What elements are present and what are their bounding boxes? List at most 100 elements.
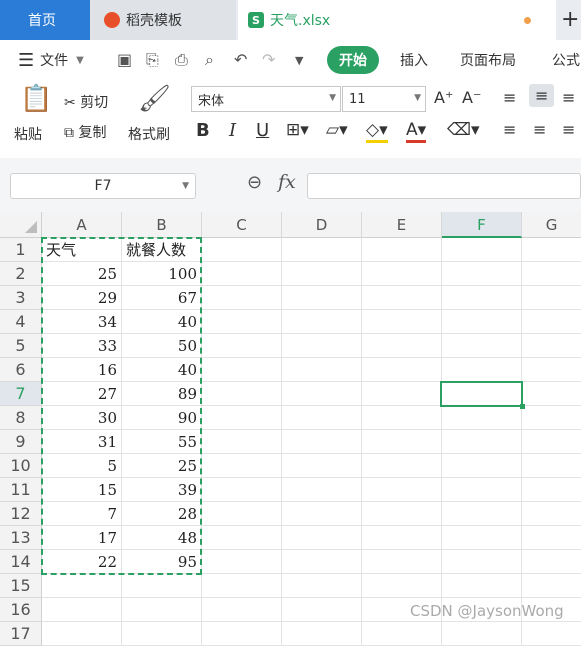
row-header[interactable]: 3 bbox=[0, 286, 42, 310]
paste-icon[interactable]: 📋 bbox=[20, 84, 52, 114]
font-size-select[interactable]: 11 ▼ bbox=[342, 86, 426, 112]
table-cell[interactable] bbox=[282, 406, 362, 430]
row-header[interactable]: 12 bbox=[0, 502, 42, 526]
print-preview-icon[interactable]: ⌕ bbox=[205, 50, 214, 70]
table-cell[interactable] bbox=[522, 478, 581, 502]
table-cell[interactable] bbox=[202, 478, 282, 502]
italic-button[interactable]: I bbox=[229, 120, 236, 141]
table-cell[interactable]: 48 bbox=[122, 526, 202, 550]
table-cell[interactable] bbox=[522, 550, 581, 574]
tab-page-layout[interactable]: 页面布局 bbox=[460, 40, 516, 80]
table-cell[interactable] bbox=[362, 334, 442, 358]
align-middle-icon[interactable]: ≡ bbox=[529, 84, 555, 107]
table-cell[interactable]: 31 bbox=[42, 430, 122, 454]
table-cell[interactable] bbox=[442, 358, 522, 382]
formula-input[interactable] bbox=[307, 173, 581, 199]
table-cell[interactable] bbox=[442, 286, 522, 310]
table-cell[interactable] bbox=[362, 382, 442, 406]
table-cell[interactable]: 34 bbox=[42, 310, 122, 334]
table-cell[interactable] bbox=[522, 406, 581, 430]
row-header[interactable]: 4 bbox=[0, 310, 42, 334]
row-header[interactable]: 6 bbox=[0, 358, 42, 382]
tab-home-ribbon[interactable]: 开始 bbox=[327, 40, 379, 80]
table-cell[interactable] bbox=[442, 550, 522, 574]
table-cell[interactable] bbox=[122, 598, 202, 622]
table-cell[interactable] bbox=[282, 526, 362, 550]
table-cell[interactable] bbox=[522, 286, 581, 310]
select-all-corner[interactable] bbox=[0, 212, 42, 238]
table-cell[interactable]: 40 bbox=[122, 358, 202, 382]
underline-button[interactable]: U bbox=[256, 120, 269, 141]
row-header[interactable]: 14 bbox=[0, 550, 42, 574]
table-cell[interactable] bbox=[202, 286, 282, 310]
table-cell[interactable] bbox=[442, 262, 522, 286]
table-cell[interactable] bbox=[442, 454, 522, 478]
table-cell[interactable]: 5 bbox=[42, 454, 122, 478]
table-cell[interactable] bbox=[282, 430, 362, 454]
table-cell[interactable]: 29 bbox=[42, 286, 122, 310]
file-menu[interactable]: ☰ 文件 ▼ bbox=[18, 40, 84, 80]
table-cell[interactable] bbox=[442, 478, 522, 502]
table-cell[interactable] bbox=[522, 238, 581, 262]
borders-icon[interactable]: ⊞▾ bbox=[286, 120, 309, 140]
column-header-b[interactable]: B bbox=[122, 212, 202, 238]
table-cell[interactable] bbox=[202, 262, 282, 286]
table-cell[interactable]: 就餐人数 bbox=[122, 238, 202, 262]
table-cell[interactable]: 50 bbox=[122, 334, 202, 358]
table-cell[interactable]: 95 bbox=[122, 550, 202, 574]
zoom-icon[interactable]: ⊖ bbox=[247, 172, 262, 193]
table-cell[interactable] bbox=[202, 574, 282, 598]
row-header[interactable]: 11 bbox=[0, 478, 42, 502]
table-cell[interactable] bbox=[282, 310, 362, 334]
table-cell[interactable] bbox=[442, 622, 522, 646]
align-bottom-icon[interactable]: ≡ bbox=[562, 88, 575, 107]
new-tab-icon[interactable]: + bbox=[561, 7, 579, 32]
column-header-g[interactable]: G bbox=[522, 212, 581, 238]
table-cell[interactable] bbox=[442, 334, 522, 358]
table-cell[interactable]: 30 bbox=[42, 406, 122, 430]
table-cell[interactable] bbox=[362, 454, 442, 478]
table-cell[interactable] bbox=[122, 574, 202, 598]
align-top-icon[interactable]: ≡ bbox=[503, 88, 516, 107]
table-cell[interactable] bbox=[42, 574, 122, 598]
table-cell[interactable]: 40 bbox=[122, 310, 202, 334]
fx-icon[interactable]: fx bbox=[278, 171, 296, 193]
table-cell[interactable] bbox=[202, 238, 282, 262]
table-cell[interactable] bbox=[202, 430, 282, 454]
table-cell[interactable]: 17 bbox=[42, 526, 122, 550]
table-cell[interactable] bbox=[362, 574, 442, 598]
save-icon[interactable]: ▣ bbox=[117, 50, 132, 69]
table-cell[interactable] bbox=[282, 502, 362, 526]
table-cell[interactable]: 27 bbox=[42, 382, 122, 406]
table-cell[interactable] bbox=[202, 622, 282, 646]
table-cell[interactable]: 100 bbox=[122, 262, 202, 286]
column-header-d[interactable]: D bbox=[282, 212, 362, 238]
table-cell[interactable] bbox=[442, 574, 522, 598]
name-box[interactable]: F7 ▼ bbox=[10, 173, 196, 199]
font-color-icon[interactable]: A▾ bbox=[406, 120, 427, 143]
cut-button[interactable]: ✂ 剪切 bbox=[64, 92, 108, 112]
table-cell[interactable] bbox=[362, 526, 442, 550]
format-painter-button[interactable]: 格式刷 bbox=[128, 124, 170, 144]
table-cell[interactable]: 天气 bbox=[42, 238, 122, 262]
tab-templates[interactable]: 稻壳模板 bbox=[90, 0, 236, 40]
table-cell[interactable] bbox=[522, 502, 581, 526]
table-cell[interactable] bbox=[442, 406, 522, 430]
table-cell[interactable] bbox=[202, 406, 282, 430]
format-painter-icon[interactable]: 🖌 bbox=[138, 84, 171, 114]
row-header[interactable]: 17 bbox=[0, 622, 42, 646]
table-cell[interactable] bbox=[282, 358, 362, 382]
table-cell[interactable] bbox=[42, 598, 122, 622]
table-cell[interactable] bbox=[522, 334, 581, 358]
row-header[interactable]: 9 bbox=[0, 430, 42, 454]
active-cell-f7[interactable] bbox=[440, 381, 525, 409]
column-header-a[interactable]: A bbox=[42, 212, 122, 238]
table-cell[interactable]: 22 bbox=[42, 550, 122, 574]
align-center-icon[interactable]: ≡ bbox=[533, 120, 546, 139]
clear-icon[interactable]: ⌫▾ bbox=[447, 120, 480, 140]
table-cell[interactable] bbox=[522, 358, 581, 382]
table-cell[interactable] bbox=[202, 358, 282, 382]
table-cell[interactable] bbox=[282, 598, 362, 622]
table-cell[interactable] bbox=[202, 382, 282, 406]
row-header[interactable]: 15 bbox=[0, 574, 42, 598]
